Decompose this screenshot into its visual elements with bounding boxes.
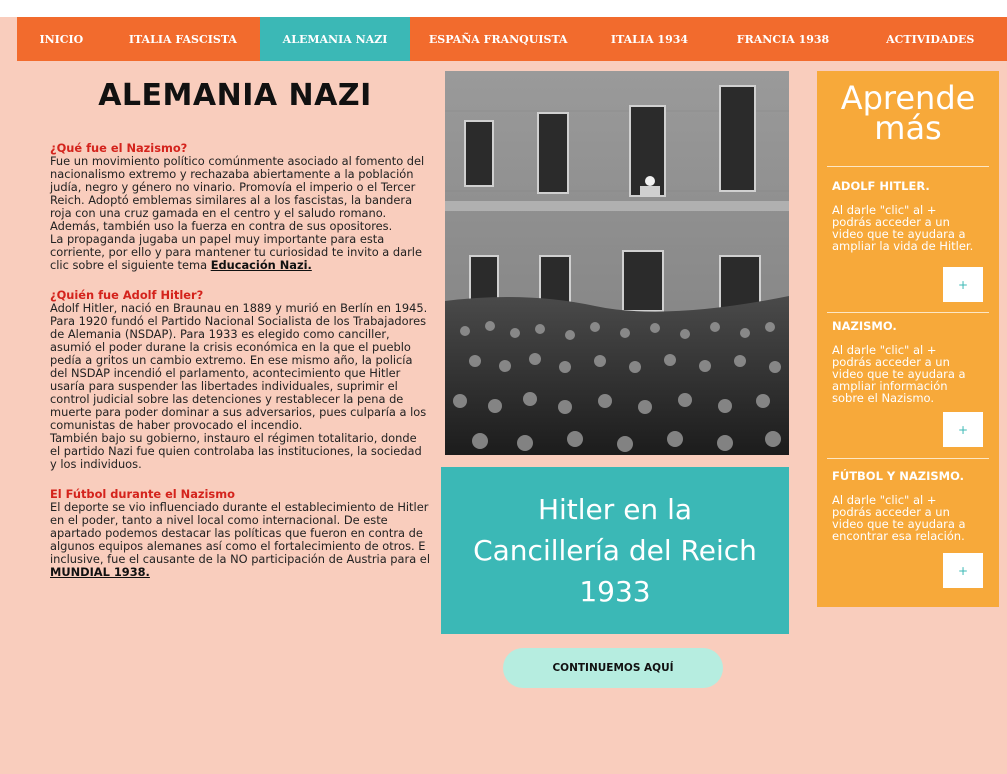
section-nazismo: ¿Qué fue el Nazismo? Fue un movimiento p…	[50, 142, 430, 272]
section-body: Adolf Hitler, nació en Braunau en 1889 y…	[50, 301, 428, 432]
page-title: ALEMANIA NAZI	[98, 78, 372, 113]
nav-item-italia-1934[interactable]: ITALIA 1934	[587, 17, 713, 61]
plus-button-hitler[interactable]: +	[943, 267, 983, 302]
section-body: Fue un movimiento político comúnmente as…	[50, 154, 425, 233]
photo-caption-text: Hitler en la Cancillería del Reich 1933	[473, 493, 757, 608]
divider	[827, 312, 989, 313]
educacion-nazi-link[interactable]: Educación Nazi.	[211, 258, 312, 272]
sidebar-item-nazismo: NAZISMO. Al darle "clic" al + podrás acc…	[817, 319, 999, 404]
sidebar-item-adolf-hitler: ADOLF HITLER. Al darle "clic" al + podrá…	[817, 179, 999, 252]
nav-item-actividades[interactable]: ACTIVIDADES	[854, 17, 1007, 61]
section-body: El deporte se vio influenciado durante e…	[50, 501, 430, 579]
sidebar-item-text: Al darle "clic" al + podrás acceder a un…	[832, 343, 966, 405]
continue-button[interactable]: CONTINUEMOS AQUÍ	[503, 648, 723, 688]
section-futbol: El Fútbol durante el Nazismo El deporte …	[50, 488, 430, 579]
sidebar-item-heading: NAZISMO.	[832, 319, 897, 333]
photo-caption: Hitler en la Cancillería del Reich 1933	[441, 467, 789, 634]
sidebar-item-futbol-nazismo: FÚTBOL Y NAZISMO. Al darle "clic" al + p…	[817, 469, 999, 542]
learn-more-sidebar: Aprende más ADOLF HITLER. Al darle "clic…	[817, 71, 999, 607]
plus-button-futbol[interactable]: +	[943, 553, 983, 588]
section-hitler: ¿Quién fue Adolf Hitler? Adolf Hitler, n…	[50, 289, 430, 471]
section-body-2: También bajo su gobierno, instauro el ré…	[50, 431, 422, 471]
page: INICIO ITALIA FASCISTA ALEMANIA NAZI ESP…	[0, 0, 1007, 774]
historic-photo	[445, 71, 789, 455]
main-nav: INICIO ITALIA FASCISTA ALEMANIA NAZI ESP…	[17, 17, 1007, 61]
section-body-text: El deporte se vio influenciado durante e…	[50, 500, 430, 566]
nav-item-italia-fascista[interactable]: ITALIA FASCISTA	[106, 17, 260, 61]
sidebar-item-heading: ADOLF HITLER.	[832, 179, 930, 193]
section-body-2: La propaganda jugaba un papel muy import…	[50, 233, 430, 272]
top-strip	[0, 0, 1007, 17]
sidebar-item-text: Al darle "clic" al + podrás acceder a un…	[832, 203, 974, 253]
nav-item-espana-franquista[interactable]: ESPAÑA FRANQUISTA	[410, 17, 587, 61]
article-column: ¿Qué fue el Nazismo? Fue un movimiento p…	[50, 142, 430, 596]
divider	[827, 458, 989, 459]
divider	[827, 166, 989, 167]
sidebar-item-text: Al darle "clic" al + podrás acceder a un…	[832, 493, 966, 543]
nav-item-alemania-nazi[interactable]: ALEMANIA NAZI	[260, 17, 410, 61]
mundial-1938-link[interactable]: MUNDIAL 1938.	[50, 565, 150, 579]
nav-item-inicio[interactable]: INICIO	[17, 17, 106, 61]
nav-item-francia-1938[interactable]: FRANCIA 1938	[712, 17, 853, 61]
sidebar-item-heading: FÚTBOL Y NAZISMO.	[832, 469, 965, 483]
crowd-photo-illustration	[445, 71, 789, 455]
plus-button-nazismo[interactable]: +	[943, 412, 983, 447]
sidebar-title: Aprende más	[840, 79, 976, 147]
